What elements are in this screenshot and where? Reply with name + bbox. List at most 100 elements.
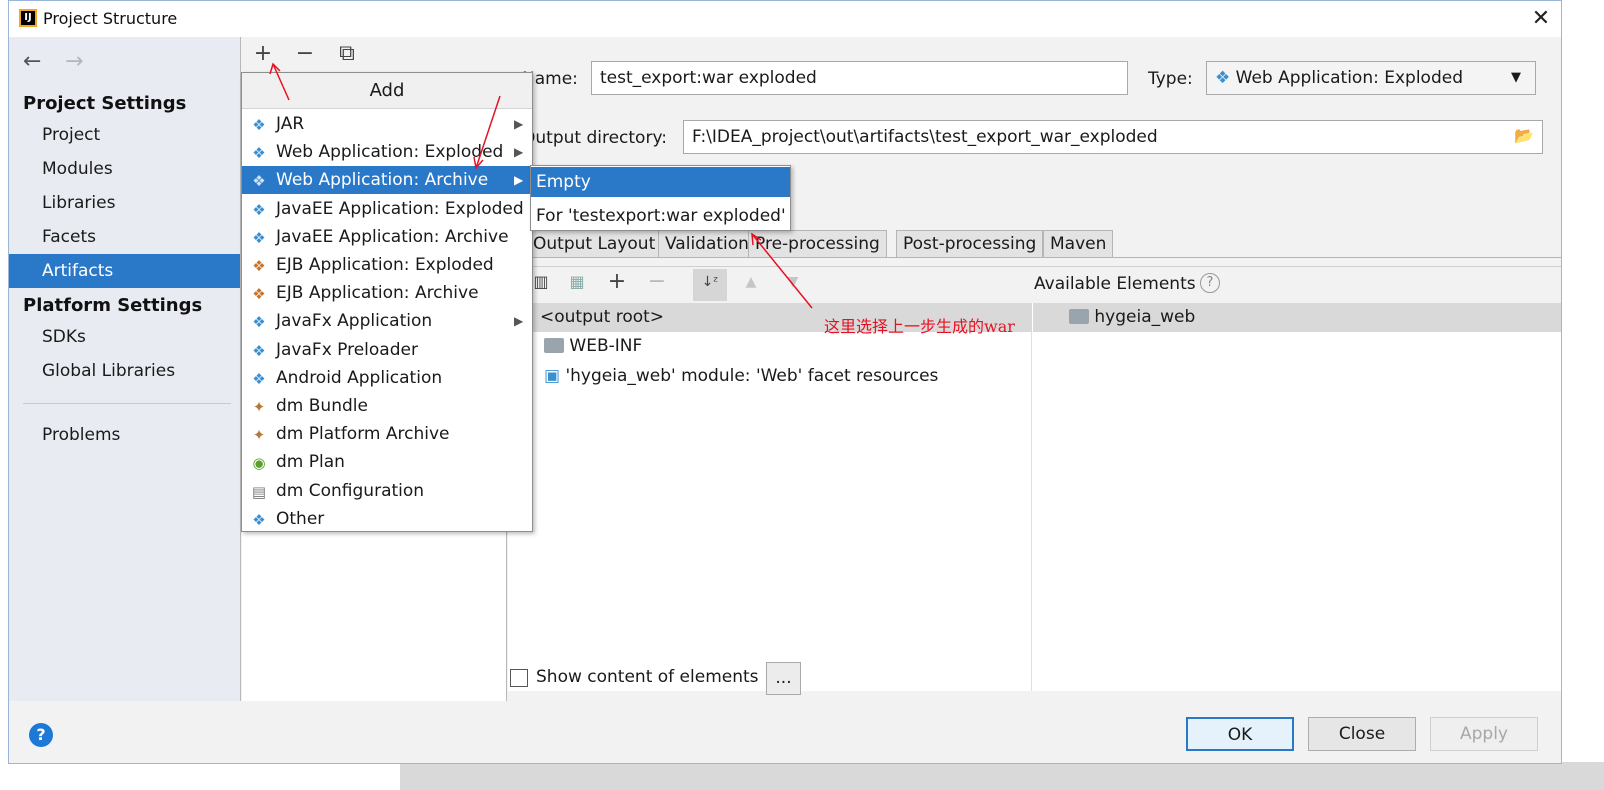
add-menu-item[interactable]: ✦ dm Bundle [242,392,532,420]
chevron-down-icon: ▼ [1511,70,1521,85]
add-menu-item[interactable]: ❖ JavaFx Application ▶ [242,307,532,335]
available-elements-tree: hygeia_web [1033,303,1561,691]
show-content-checkbox[interactable] [510,669,528,687]
show-content-label: Show content of elements [536,667,759,687]
tab-validation[interactable]: Validation [658,230,756,258]
available-row-hygeia-web[interactable]: hygeia_web [1033,303,1561,332]
add-menu-item[interactable]: ❖ JAR ▶ [242,110,532,138]
add-menu-item[interactable]: ❖ JavaEE Application: Exploded [242,195,532,223]
submenu-item-for-exploded[interactable]: For 'testexport:war exploded' [531,201,790,231]
output-layout-area: ▥ ▦ + − ↓ᶻ ▲ ▼ Available Elements ? <out… [508,266,1561,691]
add-menu-item[interactable]: ❖ Web Application: Exploded ▶ [242,138,532,166]
tree-row-label: WEB-INF [569,336,643,356]
remove-icon[interactable]: − [292,41,318,67]
artifact-icon: ❖ [252,369,266,388]
type-label: Type: [1148,69,1193,89]
web-archive-submenu: Empty For 'testexport:war exploded' [530,165,791,231]
tab-pre-processing[interactable]: Pre-processing [748,230,887,258]
add-menu-item[interactable]: ▤ dm Configuration [242,477,532,505]
add-menu-item[interactable]: ❖ Other [242,505,532,533]
close-window-button[interactable]: ✕ [1527,5,1555,33]
intellij-logo-icon: IJ [19,9,37,27]
add-menu-item-label: Android Application [276,367,443,388]
module-icon [1069,309,1089,324]
left-navigation: ← → Project Settings Project Modules Lib… [9,37,241,701]
add-menu-item[interactable]: ❖ EJB Application: Archive [242,279,532,307]
web-artifact-icon: ❖ [1215,68,1231,88]
artifact-list-toolbar: + − ⧉ [242,37,507,73]
add-menu-item-label: dm Platform Archive [276,424,450,445]
copy-icon[interactable]: ⧉ [334,41,360,67]
nav-item-problems[interactable]: Problems [9,418,240,452]
show-content-options-button[interactable]: ... [766,662,801,695]
add-menu-item[interactable]: ❖ JavaFx Preloader [242,336,532,364]
forward-arrow-icon[interactable]: → [65,49,83,74]
add-menu-item[interactable]: ✦ dm Platform Archive [242,420,532,448]
artifact-icon: ❖ [252,341,266,360]
name-field[interactable]: test_export:war exploded [591,61,1128,95]
apply-button[interactable]: Apply [1430,717,1538,751]
add-menu-item[interactable]: ❖ Android Application [242,364,532,392]
add-menu-item-label: dm Bundle [276,396,368,416]
add-element-icon[interactable]: + [604,269,630,295]
output-directory-label: Output directory: [522,128,667,148]
nav-item-project[interactable]: Project [9,118,240,152]
javaee-icon: ❖ [252,228,266,247]
tree-row-facet-resources[interactable]: ▣ 'hygeia_web' module: 'Web' facet resou… [508,362,1032,391]
artifact-icon: ❖ [252,313,266,332]
submenu-arrow-icon: ▶ [514,173,524,188]
available-row-label: hygeia_web [1094,307,1196,327]
submenu-arrow-icon: ▶ [514,117,524,131]
ok-button[interactable]: OK [1186,717,1294,751]
move-down-icon[interactable]: ▼ [780,269,806,295]
output-tree: <output root> WEB-INF ▣ 'hygeia_web' mod… [508,303,1032,691]
project-settings-heading: Project Settings [23,93,187,114]
sort-alphabetically-icon[interactable]: ↓ᶻ [693,269,727,301]
tab-strip-line [508,257,1561,258]
archive-icon[interactable]: ▦ [564,269,590,295]
type-select[interactable]: ❖ Web Application: Exploded ▼ [1206,61,1536,95]
add-icon[interactable]: + [250,41,276,67]
nav-item-artifacts[interactable]: Artifacts [9,254,240,288]
tree-row-label: 'hygeia_web' module: 'Web' facet resourc… [565,366,939,386]
help-icon[interactable]: ? [29,723,53,747]
artifact-icon: ❖ [252,116,266,134]
background-bottom [400,762,1604,790]
add-menu-item[interactable]: ◉ dm Plan [242,448,532,476]
nav-item-sdks[interactable]: SDKs [9,320,240,354]
platform-settings-heading: Platform Settings [23,295,203,316]
nav-item-facets[interactable]: Facets [9,220,240,254]
nav-item-modules[interactable]: Modules [9,152,240,186]
nav-item-global-libraries[interactable]: Global Libraries [9,354,240,388]
add-menu-title: Add [242,73,532,109]
folder-icon [544,338,564,353]
tab-maven[interactable]: Maven [1043,230,1114,258]
bundle-icon: ✦ [252,426,266,445]
add-menu-item[interactable]: ❖ EJB Application: Exploded [242,251,532,279]
submenu-arrow-icon: ▶ [514,314,524,329]
help-circle-icon[interactable]: ? [1200,273,1220,293]
annotation-note: 这里选择上一步生成的war [824,317,1015,336]
nav-item-libraries[interactable]: Libraries [9,186,240,220]
ejb-icon: ❖ [252,257,266,275]
back-arrow-icon[interactable]: ← [23,49,41,74]
submenu-item-empty[interactable]: Empty [531,167,790,197]
bundle-icon: ✦ [252,398,266,416]
add-menu-item-label: JAR [276,114,305,134]
layout-toolbar: ▥ ▦ + − ↓ᶻ ▲ ▼ Available Elements ? [508,267,1561,303]
output-directory-field[interactable]: F:\IDEA_project\out\artifacts\test_expor… [683,120,1543,154]
add-menu-item[interactable]: ❖ Web Application: Archive ▶ [242,166,532,195]
add-menu-item-label: dm Configuration [276,480,425,501]
add-menu-item-label: JavaFx Preloader [276,339,418,360]
title-bar: IJ Project Structure ✕ [9,1,1561,37]
tab-output-layout[interactable]: Output Layout [526,230,663,258]
tab-post-processing[interactable]: Post-processing [896,230,1044,258]
remove-element-icon[interactable]: − [644,269,670,295]
add-menu-item[interactable]: ❖ JavaEE Application: Archive [242,223,532,251]
close-button[interactable]: Close [1308,717,1416,751]
add-menu-item-label: JavaFx Application [276,311,433,332]
browse-folder-icon[interactable]: 📂 [1512,126,1536,146]
ejb-icon: ❖ [252,285,266,304]
move-up-icon[interactable]: ▲ [738,269,764,295]
web-artifact-icon: ❖ [252,144,266,163]
